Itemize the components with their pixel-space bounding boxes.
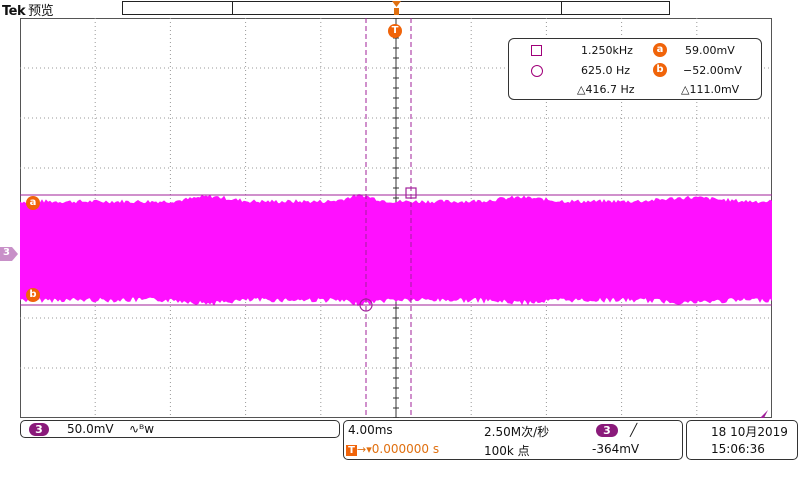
cursor-delta-volt: △111.0mV bbox=[681, 83, 740, 96]
top-bar: Tek 预览 bbox=[0, 0, 800, 19]
vertical-scale: 50.0mV bbox=[67, 422, 114, 436]
trigger-pos-icon: T bbox=[346, 445, 357, 456]
trigger-marker-icon[interactable]: T bbox=[388, 24, 402, 38]
trigger-channel-badge: 3 bbox=[596, 424, 618, 437]
brand-label: Tek 预览 bbox=[2, 0, 54, 19]
horizontal-settings-box[interactable]: 4.00ms 2.50M次/秒 3 ╱ T →▾0.000000 s 100k 点… bbox=[343, 420, 683, 460]
datetime-box: 18 10月2019 15:06:36 bbox=[686, 420, 798, 460]
date: 18 10月2019 bbox=[711, 425, 788, 439]
cursor-b-marker[interactable]: b bbox=[26, 288, 40, 302]
time: 15:06:36 bbox=[711, 442, 765, 456]
channel-3-marker-label: 3 bbox=[3, 247, 10, 258]
timebase: 4.00ms bbox=[348, 423, 393, 437]
trigger-level: -364mV bbox=[592, 442, 640, 456]
cursor-delta-freq: △416.7 Hz bbox=[577, 83, 635, 96]
trigger-position-icon[interactable] bbox=[391, 0, 402, 16]
scroll-arrow-icon bbox=[760, 410, 768, 418]
cursor-volt-a: 59.00mV bbox=[685, 44, 735, 57]
cursor-a-badge: a bbox=[653, 43, 667, 57]
cursor-readout-panel: 1.250kHz 625.0 Hz △416.7 Hz a b 59.00mV … bbox=[508, 38, 762, 100]
circle-cursor-icon bbox=[531, 65, 543, 77]
waveform-trace bbox=[20, 193, 772, 307]
brand-name: Tek bbox=[2, 4, 26, 19]
sample-rate: 2.50M次/秒 bbox=[484, 425, 550, 439]
cursor-a-marker[interactable]: a bbox=[26, 196, 40, 210]
waveform-envelope bbox=[20, 193, 772, 307]
trigger-pos-value: 0.000000 s bbox=[371, 442, 440, 456]
record-length: 100k 点 bbox=[484, 444, 530, 458]
coupling-icon: ∿ᴮw bbox=[129, 422, 155, 436]
trigger-position: T →▾0.000000 s bbox=[346, 442, 439, 456]
cursor-freq-1: 1.250kHz bbox=[581, 44, 633, 57]
square-cursor-icon bbox=[531, 45, 542, 56]
acquisition-mode: 预览 bbox=[28, 4, 54, 19]
cursor-freq-2: 625.0 Hz bbox=[581, 64, 631, 77]
status-bar: 3 50.0mV ∿ᴮw 4.00ms 2.50M次/秒 3 ╱ T →▾0.00… bbox=[0, 418, 800, 480]
channel-badge: 3 bbox=[29, 423, 49, 436]
cursor-volt-b: −52.00mV bbox=[683, 64, 742, 77]
cursor-b-badge: b bbox=[653, 63, 667, 77]
vertical-settings-box[interactable]: 3 50.0mV ∿ᴮw bbox=[20, 420, 340, 438]
trigger-slope-icon: ╱ bbox=[630, 423, 638, 437]
